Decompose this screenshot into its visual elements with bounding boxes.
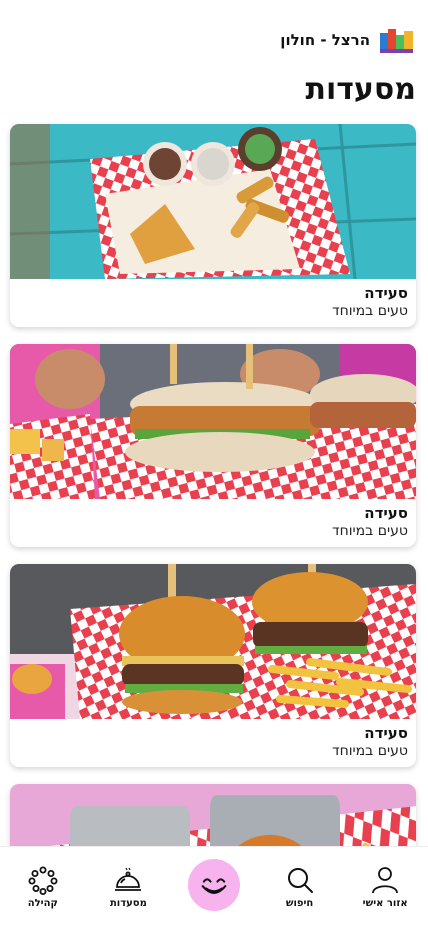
page-title: מסעדות bbox=[305, 72, 416, 107]
card-title: סעידה bbox=[364, 504, 408, 522]
cloche-icon bbox=[115, 867, 142, 891]
sandwich-photo bbox=[10, 344, 416, 499]
card-title: סעידה bbox=[364, 724, 408, 742]
nav-label-community: קהילה bbox=[27, 897, 58, 909]
card-title: סעידה bbox=[364, 284, 408, 302]
nav-label-restaurants: מסעדות bbox=[109, 897, 147, 909]
card-subtitle: טעים במיוחד bbox=[331, 523, 408, 539]
user-icon bbox=[372, 866, 399, 893]
nav-restaurants[interactable]: מסעדות bbox=[88, 865, 168, 909]
bottom-nav: קהילה מסעדות חיפוש אזור אישי bbox=[0, 846, 428, 926]
brand-logo-icon[interactable] bbox=[378, 25, 416, 55]
nav-home[interactable] bbox=[174, 858, 254, 911]
smile-icon bbox=[201, 877, 227, 894]
search-icon bbox=[287, 867, 313, 893]
nav-label-account: אזור אישי bbox=[362, 897, 408, 909]
nav-label-search: חיפוש bbox=[285, 897, 314, 909]
community-icon bbox=[28, 866, 58, 895]
nav-search[interactable]: חיפוש bbox=[260, 865, 340, 909]
restaurant-card[interactable]: סעידה טעים במיוחד bbox=[10, 344, 416, 547]
home-button[interactable] bbox=[187, 858, 240, 911]
snack-tray-photo bbox=[10, 124, 416, 279]
nav-community[interactable]: קהילה bbox=[3, 865, 83, 909]
card-subtitle: טעים במיוחד bbox=[331, 743, 408, 759]
burgers-photo bbox=[10, 564, 416, 719]
tacos-fries-photo bbox=[10, 784, 416, 854]
restaurant-feed: סעידה טעים במיוחד סעידה טעים במיוחד סעיד… bbox=[10, 124, 416, 871]
restaurant-card[interactable]: סעידה טעים במיוחד bbox=[10, 124, 416, 327]
restaurant-card[interactable] bbox=[10, 784, 416, 854]
location-label[interactable]: הרצל - חולון bbox=[280, 31, 370, 49]
restaurant-card[interactable]: סעידה טעים במיוחד bbox=[10, 564, 416, 767]
header: הרצל - חולון bbox=[12, 22, 416, 58]
card-subtitle: טעים במיוחד bbox=[331, 303, 408, 319]
nav-account[interactable]: אזור אישי bbox=[345, 865, 425, 909]
